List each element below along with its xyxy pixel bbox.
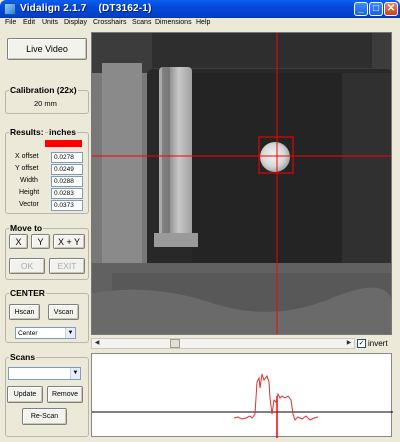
menu-file[interactable]: File [5, 19, 16, 26]
app-icon [4, 3, 16, 15]
menu-scans[interactable]: Scans [132, 19, 151, 26]
ok-button[interactable]: OK [9, 258, 45, 274]
width-label: Width [20, 177, 38, 184]
menu-edit[interactable]: Edit [23, 19, 35, 26]
rescan-button[interactable]: Re-Scan [22, 408, 67, 425]
width-value: 0.0288 [51, 176, 83, 187]
invert-checkbox[interactable]: ✓ [357, 339, 366, 348]
scans-select[interactable]: ▼ [8, 367, 81, 380]
title-bar[interactable]: Vidalign 2.1.7 (DT3162-1) _ □ ✕ [0, 0, 400, 18]
hscan-button[interactable]: Hscan [9, 304, 40, 320]
y-offset-label: Y offset [15, 165, 39, 172]
scan-profile-line [233, 373, 319, 421]
results-title: Results: [9, 127, 45, 137]
menu-help[interactable]: Help [196, 19, 210, 26]
scroll-thumb[interactable] [170, 339, 180, 348]
chevron-down-icon: ▼ [70, 368, 80, 379]
scroll-left-icon[interactable]: ◀ [92, 339, 102, 348]
center-title: CENTER [9, 288, 46, 298]
scan-profile-graph [92, 373, 393, 438]
viewer-scrollbar[interactable]: ◀ ▶ [91, 338, 355, 349]
x-offset-label: X offset [15, 153, 39, 160]
invert-label: invert [368, 339, 388, 348]
move-to-title: Move to [9, 223, 44, 233]
chevron-down-icon: ▼ [65, 328, 75, 338]
x-offset-value: 0.0278 [51, 152, 83, 163]
live-video-button[interactable]: Live Video [7, 38, 87, 60]
results-status-bar [45, 140, 82, 147]
move-y-button[interactable]: Y [31, 234, 50, 249]
height-value: 0.0283 [51, 188, 83, 199]
vector-value: 0.0373 [51, 200, 83, 211]
exit-button[interactable]: EXIT [49, 258, 85, 274]
remove-button[interactable]: Remove [47, 386, 83, 403]
calibration-value: 20 mm [34, 99, 57, 108]
results-units: inches [48, 127, 77, 137]
menu-display[interactable]: Display [64, 19, 87, 26]
menu-units[interactable]: Units [42, 19, 58, 26]
height-label: Height [19, 189, 40, 196]
vscan-button[interactable]: Vscan [48, 304, 79, 320]
center-mode-select[interactable]: Center ▼ [15, 327, 76, 339]
y-offset-value: 0.0249 [51, 164, 83, 175]
move-xy-button[interactable]: X + Y [53, 234, 85, 249]
menu-crosshairs[interactable]: Crosshairs [93, 19, 126, 26]
menu-dimensions[interactable]: Dimensions [155, 19, 192, 26]
menu-bar: File Edit Units Display Crosshairs Scans… [0, 18, 400, 30]
scroll-right-icon[interactable]: ▶ [344, 339, 354, 348]
close-button[interactable]: ✕ [384, 2, 398, 16]
calibration-title: Calibration (22x) [9, 85, 78, 95]
maximize-button[interactable]: □ [369, 2, 383, 16]
window-title: Vidalign 2.1.7 (DT3162-1) [20, 3, 152, 14]
video-viewer[interactable] [91, 32, 392, 335]
camera-image [92, 33, 391, 334]
vector-label: Vector [19, 201, 39, 208]
minimize-button[interactable]: _ [354, 2, 368, 16]
scans-title: Scans [9, 352, 37, 362]
update-button[interactable]: Update [7, 386, 43, 403]
move-x-button[interactable]: X [9, 234, 28, 249]
scan-profile-plot [91, 353, 393, 438]
center-mode-value: Center [18, 330, 38, 337]
